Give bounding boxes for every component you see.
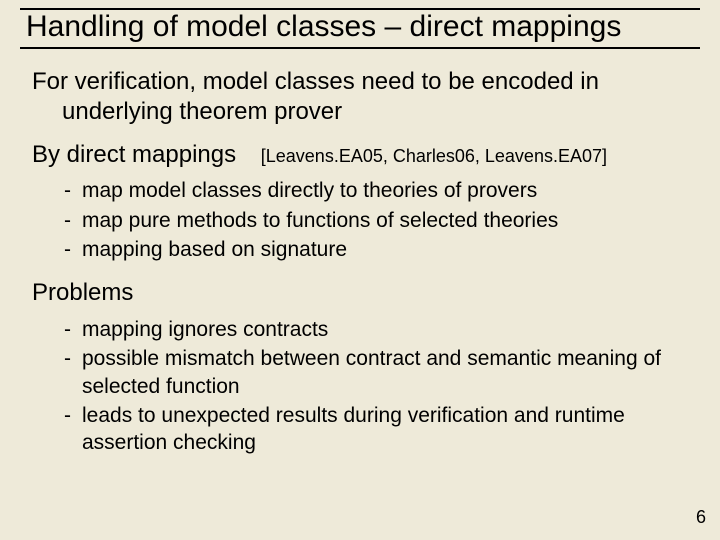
intro-paragraph: For verification, model classes need to … <box>28 67 692 127</box>
list-item: map pure methods to functions of selecte… <box>64 207 692 234</box>
title-bar: Handling of model classes – direct mappi… <box>20 8 700 49</box>
citation: [Leavens.EA05, Charles06, Leavens.EA07] <box>261 146 607 166</box>
list-item: leads to unexpected results during verif… <box>64 402 692 457</box>
section1-list: map model classes directly to theories o… <box>28 177 692 263</box>
list-item: mapping based on signature <box>64 236 692 263</box>
slide: Handling of model classes – direct mappi… <box>0 0 720 540</box>
list-item: possible mismatch between contract and s… <box>64 345 692 400</box>
section2-list: mapping ignores contracts possible misma… <box>28 316 692 456</box>
section-heading-direct: By direct mappings [Leavens.EA05, Charle… <box>28 141 692 170</box>
page-number: 6 <box>696 507 706 528</box>
intro-line-1: For verification, model classes need to … <box>32 68 599 95</box>
section1-heading-text: By direct mappings <box>32 141 236 168</box>
slide-title: Handling of model classes – direct mappi… <box>20 10 700 45</box>
list-item: mapping ignores contracts <box>64 316 692 343</box>
list-item: map model classes directly to theories o… <box>64 177 692 204</box>
intro-line-2: underlying theorem prover <box>32 98 342 125</box>
section-heading-problems: Problems <box>28 279 692 308</box>
